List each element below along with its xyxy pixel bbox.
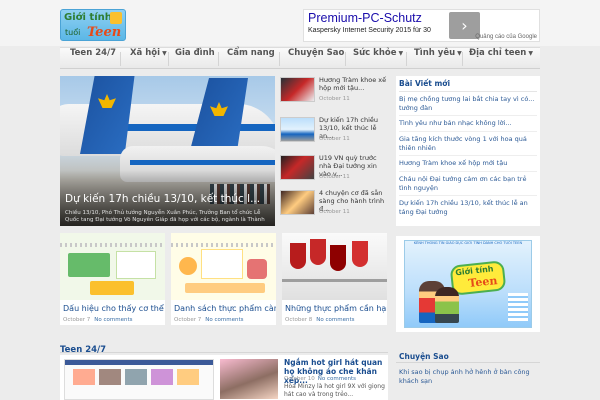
nav-divider xyxy=(279,52,280,66)
section-title[interactable]: Teen 24/7 xyxy=(60,345,106,355)
nav-divider xyxy=(168,52,169,66)
post-card[interactable]: Danh sách thực phẩm càng ... October 7No… xyxy=(171,233,276,325)
nav-item-label: Tình yêu xyxy=(414,48,456,58)
promo-header: KÊNH THÔNG TIN GIÁO DỤC GIỚI TÍNH DÀNH C… xyxy=(413,241,523,245)
nav-divider xyxy=(120,52,121,66)
nav-divider xyxy=(218,52,219,66)
post-thumbnail[interactable] xyxy=(64,359,214,400)
nav-item-label: Địa chỉ teen xyxy=(469,48,527,58)
card-title[interactable]: Những thực phẩm cần hạn ... xyxy=(285,304,387,313)
post-date: October 11 xyxy=(319,136,350,142)
nav-item-dia-chi-teen[interactable]: Địa chỉ teen ▼ xyxy=(469,48,533,70)
featured-excerpt: Chiều 13/10, Phó Thủ tướng Nguyễn Xuân P… xyxy=(65,210,265,223)
section-header-teen-24-7: Teen 24/7 xyxy=(60,337,388,355)
site-logo[interactable]: Giới tính tuổi Teen xyxy=(60,9,126,41)
chevron-down-icon: ▼ xyxy=(528,50,533,57)
nav-divider xyxy=(462,52,463,66)
nav-item-chuyen-sao[interactable]: Chuyện Sao xyxy=(288,48,344,70)
list-item[interactable]: Dự kiến 17h chiều 13/10, kết thúc lễ an.… xyxy=(280,116,387,150)
card-comments-link[interactable]: No comments xyxy=(316,317,354,323)
card-date: October 7 xyxy=(63,317,91,323)
nav-item-cam-nang[interactable]: Cẩm nang xyxy=(227,48,275,70)
post-card[interactable]: Dấu hiệu cho thấy cơ thể ... October 7 No… xyxy=(60,233,165,325)
card-meta: October 7 No comments xyxy=(63,317,133,323)
card-title[interactable]: Danh sách thực phẩm càng ... xyxy=(174,304,276,313)
promo-image[interactable]: KÊNH THÔNG TIN GIÁO DỤC GIỚI TÍNH DÀNH C… xyxy=(404,240,532,328)
list-item[interactable]: U19 VN quỳ trước nhà Đại tướng xin vào v… xyxy=(280,154,387,188)
post-thumbnail[interactable] xyxy=(280,155,315,180)
card-meta: October 7 No comments xyxy=(174,317,244,323)
card-date: October 7 xyxy=(174,317,202,323)
small-post-list: Hương Tràm khoe xế hộp mới tậu... Octobe… xyxy=(280,76,387,226)
ad-subtitle: Kaspersky Internet Security 2015 für 30 xyxy=(308,27,431,34)
nav-item-teen-24-7[interactable]: Teen 24/7 xyxy=(70,48,116,70)
chevron-down-icon: ▼ xyxy=(162,50,167,57)
recent-post-link[interactable]: Dự kiến 17h chiều 13/10, kết thúc lễ an … xyxy=(399,199,537,217)
promo-logo-line2: Teen xyxy=(467,274,498,290)
card-comments-link[interactable]: No comments xyxy=(94,317,132,323)
chevron-down-icon: ▼ xyxy=(398,50,404,57)
recent-post-link[interactable]: Tình yêu như bản nhạc không lời... xyxy=(399,119,537,128)
nav-item-label: Sức khỏe xyxy=(353,48,397,58)
nav-item-tinh-yeu[interactable]: Tình yêu ▼ xyxy=(414,48,462,70)
promo-banner[interactable]: KÊNH THÔNG TIN GIÁO DỤC GIỚI TÍNH DÀNH C… xyxy=(396,236,540,332)
nav-divider xyxy=(406,52,407,66)
post-date: October 10 xyxy=(284,376,315,382)
post-date: October 11 xyxy=(319,174,350,180)
card-thumbnail[interactable] xyxy=(60,233,165,300)
recent-posts-widget: Bài Viết mới Bị mẹ chồng tương lai bắt c… xyxy=(396,76,540,226)
list-item[interactable]: Hương Tràm khoe xế hộp mới tậu... Octobe… xyxy=(280,76,387,110)
recent-post-link[interactable]: Cháu nội Đại tướng cảm ơn các bạn trẻ tì… xyxy=(399,175,537,193)
nav-item-label: Chuyện Sao xyxy=(288,48,345,58)
nav-item-label: Teen 24/7 xyxy=(70,48,117,58)
nav-divider xyxy=(345,52,346,66)
post-meta: October 10 No comments xyxy=(284,376,356,382)
post-thumbnail[interactable] xyxy=(220,359,278,399)
post-thumbnail[interactable] xyxy=(280,190,315,215)
nav-item-label: Gia đình xyxy=(175,48,215,58)
nav-item-xa-hoi[interactable]: Xã hội ▼ xyxy=(130,48,167,70)
card-meta: October 8 No comments xyxy=(285,317,355,323)
logo-text-line3: tuổi xyxy=(65,28,81,37)
post-thumbnail[interactable] xyxy=(280,117,315,142)
nav-item-suc-khoe[interactable]: Sức khỏe ▼ xyxy=(353,48,403,70)
list-item[interactable]: 4 chuyện cơ đã sẵn sàng cho hành trình đ… xyxy=(280,189,387,223)
post-thumbnail[interactable] xyxy=(280,77,315,102)
google-ad-banner[interactable]: Premium-PC-Schutz Kaspersky Internet Sec… xyxy=(303,9,540,42)
card-thumbnail[interactable] xyxy=(282,233,387,300)
celeb-post-link[interactable]: Khi sao bị chụp ảnh hở hênh ở bàn công k… xyxy=(399,368,539,386)
post-title[interactable]: Hương Tràm khoe xế hộp mới tậu... xyxy=(319,76,387,92)
ad-title[interactable]: Premium-PC-Schutz xyxy=(308,11,422,25)
featured-title[interactable]: Dự kiến 17h chiều 13/10, kết thúc l... xyxy=(65,193,260,205)
promo-logo: Giới tính Teen xyxy=(449,260,507,296)
recent-post-link[interactable]: Hương Tràm khoe xế hộp mới tậu xyxy=(399,159,537,168)
ad-attribution: Quảng cáo của Google xyxy=(475,34,537,40)
post-date: October 11 xyxy=(319,96,350,102)
comments-link[interactable]: No comments xyxy=(318,376,356,382)
logo-text-line2: Teen xyxy=(87,25,122,40)
card-comments-link[interactable]: No comments xyxy=(205,317,243,323)
card-date: October 8 xyxy=(285,317,313,323)
widget-title: Chuyện Sao xyxy=(399,352,449,361)
featured-post[interactable]: Dự kiến 17h chiều 13/10, kết thúc l... C… xyxy=(60,76,275,226)
widget-title: Bài Viết mới xyxy=(399,79,451,88)
card-thumbnail[interactable] xyxy=(171,233,276,300)
recent-post-link[interactable]: Gia tăng kích thước vòng 1 với hoa quả t… xyxy=(399,135,537,153)
site-header: Giới tính tuổi Teen Premium-PC-Schutz Ka… xyxy=(0,0,600,46)
post-date: October 11 xyxy=(319,209,350,215)
logo-text-line1: Giới tính xyxy=(64,12,112,23)
section-header-chuyen-sao: Chuyện Sao xyxy=(396,349,540,363)
recent-post-link[interactable]: Bị mẹ chồng tương lai bắt chia tay vì có… xyxy=(399,95,537,113)
nav-item-gia-dinh[interactable]: Gia đình xyxy=(175,48,215,70)
post-excerpt: Hòa Minzy là hot girl 9X với giọng hát c… xyxy=(284,383,385,398)
logo-kids-icon xyxy=(110,12,122,24)
nav-item-label: Cẩm nang xyxy=(227,48,275,58)
nav-item-label: Xã hội xyxy=(130,48,161,58)
card-title[interactable]: Dấu hiệu cho thấy cơ thể ... xyxy=(63,304,165,313)
post-card[interactable]: Những thực phẩm cần hạn ... October 8No … xyxy=(282,233,387,325)
main-nav: Teen 24/7 Xã hội ▼ Gia đình Cẩm nang Chuy… xyxy=(60,47,540,69)
teen-section-content: Ngắm hot girl hát quan họ không áo che k… xyxy=(60,355,388,400)
